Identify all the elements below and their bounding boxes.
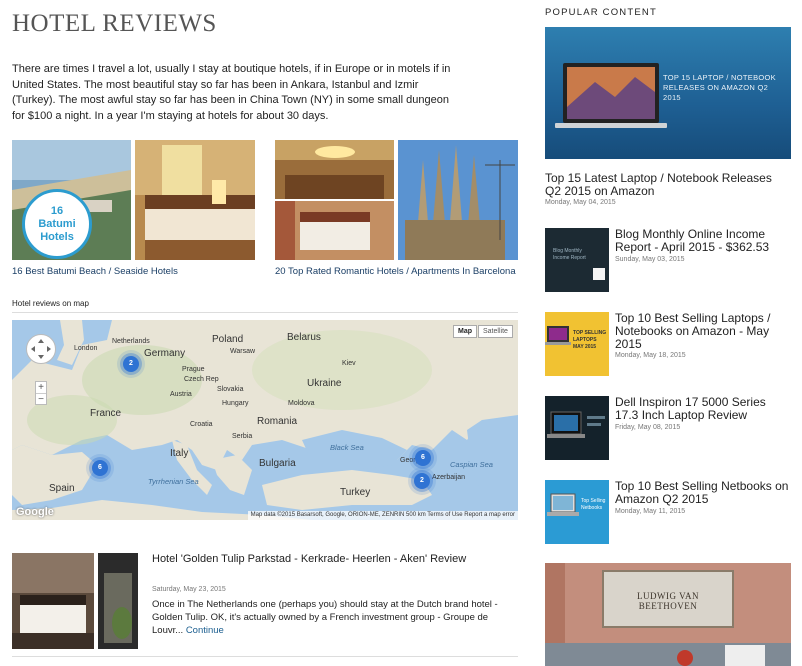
card-batumi-image[interactable]: 16 Batumi Hotels [12,140,255,260]
feature-title[interactable]: Top 15 Latest Laptop / Notebook Releases… [545,172,791,198]
map-sea-tyrrhenian: Tyrrhenian Sea [148,477,199,486]
sidebar-item-date: Friday, May 08, 2015 [615,424,681,431]
sidebar-item-thumb[interactable] [545,396,609,460]
sidebar-item-thumb[interactable]: Top Selling Netbooks [545,480,609,544]
sidebar-item-date: Sunday, May 03, 2015 [615,256,685,263]
thumb-text: Top Selling Netbooks [581,498,606,511]
article-image[interactable] [12,553,138,649]
article-title[interactable]: Hotel 'Golden Tulip Parkstad - Kerkrade-… [152,553,492,566]
card-batumi-link[interactable]: 16 Best Batumi Beach / Seaside Hotels [12,265,255,279]
map-attribution[interactable]: Map data ©2015 Basarsoft, Google, ORION-… [247,511,518,520]
map-label-belarus: Belarus [287,332,321,343]
map-type-satellite-button[interactable]: Satellite [478,325,513,338]
map-label-turkey: Turkey [340,487,371,498]
beethoven-sign: LUDWIG VAN BEETHOVEN [637,591,699,611]
feature-date: Monday, May 04, 2015 [545,199,616,206]
article-excerpt: Once in The Netherlands one (perhaps you… [152,598,502,637]
map-city-azerbaijan: Azerbaijan [432,474,466,481]
page-title: HOTEL REVIEWS [12,10,217,37]
map-cluster-batumi[interactable]: 6 [415,450,431,466]
map-label-spain: Spain [49,483,75,494]
sidebar-item-income-report[interactable]: Blog Monthly Income Report Blog Monthly … [545,228,791,292]
batumi-badge: 16 Batumi Hotels [22,189,92,259]
sidebar-item-title[interactable]: Dell Inspiron 17 5000 Series 17.3 Inch L… [615,396,791,422]
card-barcelona-image[interactable] [275,140,518,260]
map-city-london: London [74,345,98,352]
zoom-in-button[interactable]: + [36,382,46,394]
map-zoom-control[interactable]: + − [35,381,47,405]
card-batumi[interactable]: 16 Batumi Hotels 16 Best Batumi Beach / … [12,140,255,279]
zoom-out-button[interactable]: − [36,394,46,405]
map-label: Hotel reviews on map [12,299,89,308]
map-label-poland: Poland [212,334,244,345]
map-city-slovakia: Slovakia [217,386,244,393]
map-city-hungary: Hungary [222,400,249,407]
map-city-kiev: Kiev [342,360,356,367]
card-barcelona-link[interactable]: 20 Top Rated Romantic Hotels / Apartment… [275,265,518,279]
intro-text: There are times I travel a lot, usually … [12,63,451,122]
map-label-germany: Germany [144,348,186,359]
map-city-austria: Austria [170,391,192,398]
map-cluster-turkey[interactable]: 2 [414,473,430,489]
hotel-cards: 16 Batumi Hotels 16 Best Batumi Beach / … [12,140,518,292]
sidebar-item-thumb[interactable]: Blog Monthly Income Report [545,228,609,292]
map-city-serbia: Serbia [232,433,253,440]
sidebar-item-laptops-may[interactable]: TOP SELLING LAPTOPS MAY 2015 Top 10 Best… [545,312,791,376]
thumb-text: TOP SELLING LAPTOPS MAY 2015 [573,330,607,350]
thumb-text: Blog Monthly Income Report [553,248,586,261]
map-cluster-netherlands[interactable]: 2 [123,356,139,372]
map-city-moldova: Moldova [288,400,315,407]
feature-image-text: TOP 15 LAPTOP / NOTEBOOK RELEASES ON AMA… [663,73,776,102]
sidebar-item-title[interactable]: Top 10 Best Selling Netbooks on Amazon Q… [615,480,791,506]
feature-image[interactable]: TOP 15 LAPTOP / NOTEBOOK RELEASES ON AMA… [545,27,791,159]
map-pan-control[interactable] [26,334,56,364]
map-city-netherlands: Netherlands [112,338,150,345]
card-barcelona[interactable]: 20 Top Rated Romantic Hotels / Apartment… [275,140,518,279]
sidebar-item-date: Monday, May 18, 2015 [615,352,686,359]
divider [12,656,518,657]
sidebar-item-title[interactable]: Top 10 Best Selling Laptops / Notebooks … [615,312,791,351]
sidebar-item-netbooks[interactable]: Top Selling Netbooks Top 10 Best Selling… [545,480,791,544]
sidebar-item-title[interactable]: Blog Monthly Online Income Report - Apri… [615,228,791,254]
thumb-logo-icon [593,268,605,280]
sidebar: POPULAR CONTENT TOP 15 LAPTOP / NOTEBOOK… [545,0,791,666]
map-city-czech: Czech Rep [184,376,219,383]
hotel-map[interactable]: Germany Poland Belarus Ukraine France Ro… [12,320,518,520]
map-label-france: France [90,408,122,419]
map-label-italy: Italy [170,448,189,459]
map-city-warsaw: Warsaw [230,348,256,355]
map-city-croatia: Croatia [190,421,213,428]
map-label-bulgaria: Bulgaria [259,458,296,469]
map-city-prague: Prague [182,366,205,373]
map-label-romania: Romania [257,416,298,427]
article-continue-link[interactable]: Continue [186,625,224,636]
sidebar-bottom-image[interactable]: LUDWIG VAN BEETHOVEN [545,563,791,666]
sidebar-item-thumb[interactable]: TOP SELLING LAPTOPS MAY 2015 [545,312,609,376]
article-date: Saturday, May 23, 2015 [152,586,226,593]
map-sea-caspian: Caspian Sea [450,460,493,469]
divider [12,312,518,313]
main-content: HOTEL REVIEWS There are times I travel a… [12,0,518,657]
map-sea-black: Black Sea [330,443,364,452]
sidebar-heading: POPULAR CONTENT [545,7,657,18]
sidebar-item-date: Monday, May 11, 2015 [615,508,686,515]
sidebar-item-dell-inspiron[interactable]: Dell Inspiron 17 5000 Series 17.3 Inch L… [545,396,791,460]
map-label-ukraine: Ukraine [307,378,342,389]
google-logo[interactable]: Google [16,506,54,518]
map-type-map-button[interactable]: Map [453,325,477,338]
map-cluster-barcelona[interactable]: 6 [92,460,108,476]
